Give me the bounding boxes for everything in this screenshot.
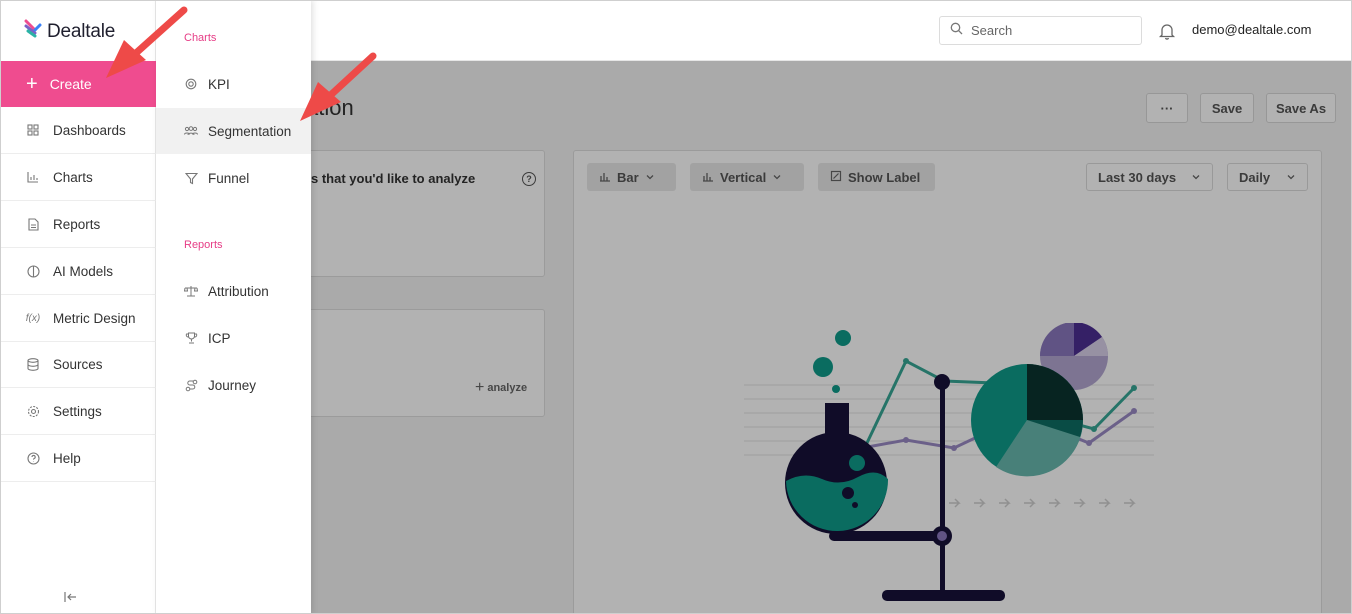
document-icon (26, 217, 40, 231)
app-name: Dealtale (47, 20, 116, 42)
trophy-icon (184, 331, 198, 345)
sidebar-item-settings[interactable]: Settings (0, 388, 156, 435)
route-icon (184, 378, 198, 392)
sidebar: Dealtale + Create Dashboards Charts Repo… (0, 0, 156, 614)
sidebar-item-sources[interactable]: Sources (0, 341, 156, 388)
app-logo[interactable]: Dealtale (24, 19, 115, 44)
sidebar-item-label: Settings (53, 403, 102, 419)
sidebar-item-dashboards[interactable]: Dashboards (0, 107, 156, 154)
sidebar-item-label: Charts (53, 169, 93, 185)
dealtale-logo-icon (24, 19, 42, 44)
sidebar-item-label: Reports (53, 216, 101, 232)
sidebar-item-label: Help (53, 450, 81, 466)
plus-icon: + (26, 73, 38, 95)
sidebar-item-metric-design[interactable]: f(x) Metric Design (0, 295, 156, 342)
menu-item-label: Funnel (208, 170, 250, 186)
modal-dim-overlay (156, 61, 1352, 614)
menu-item-label: ICP (208, 330, 231, 346)
menu-item-icp[interactable]: ICP (156, 315, 311, 361)
main-workspace: ation ··· Save Save As s that you'd like… (156, 61, 1352, 614)
search-input[interactable] (971, 23, 1131, 38)
target-icon (184, 77, 198, 91)
create-button[interactable]: + Create (0, 61, 156, 107)
grid-icon (26, 123, 40, 137)
gear-icon (26, 404, 40, 418)
database-icon (26, 357, 40, 371)
menu-item-label: Segmentation (208, 123, 292, 139)
bar-chart-icon (26, 170, 40, 184)
menu-item-kpi[interactable]: KPI (156, 61, 311, 107)
menu-item-segmentation[interactable]: Segmentation (156, 108, 311, 154)
search-box[interactable] (939, 16, 1142, 45)
sidebar-item-charts[interactable]: Charts (0, 154, 156, 201)
sidebar-item-label: AI Models (53, 263, 114, 279)
search-icon (950, 22, 963, 40)
create-dropdown-menu: Charts KPI Segmentation Funnel Reports A… (156, 0, 311, 614)
sidebar-item-label: Dashboards (53, 122, 126, 138)
menu-item-journey[interactable]: Journey (156, 362, 311, 408)
scale-icon (184, 284, 198, 298)
menu-item-label: Attribution (208, 283, 269, 299)
reports-section-heading: Reports (184, 239, 223, 251)
menu-item-attribution[interactable]: Attribution (156, 268, 311, 314)
menu-item-funnel[interactable]: Funnel (156, 155, 311, 201)
sidebar-item-label: Sources (53, 356, 103, 372)
brain-icon (26, 264, 40, 278)
bell-icon[interactable] (1158, 22, 1176, 40)
sidebar-item-reports[interactable]: Reports (0, 201, 156, 248)
create-label: Create (49, 76, 92, 92)
menu-item-label: KPI (208, 76, 230, 92)
help-circle-icon (26, 451, 40, 465)
charts-section-heading: Charts (184, 32, 217, 44)
function-icon: f(x) (25, 312, 41, 324)
people-icon (184, 124, 198, 138)
funnel-icon (184, 171, 198, 185)
collapse-sidebar-icon[interactable] (64, 590, 80, 604)
sidebar-item-ai-models[interactable]: AI Models (0, 248, 156, 295)
user-email[interactable]: demo@dealtale.com (1192, 22, 1311, 37)
sidebar-item-label: Metric Design (53, 310, 136, 326)
sidebar-item-help[interactable]: Help (0, 435, 156, 482)
menu-item-label: Journey (208, 377, 257, 393)
